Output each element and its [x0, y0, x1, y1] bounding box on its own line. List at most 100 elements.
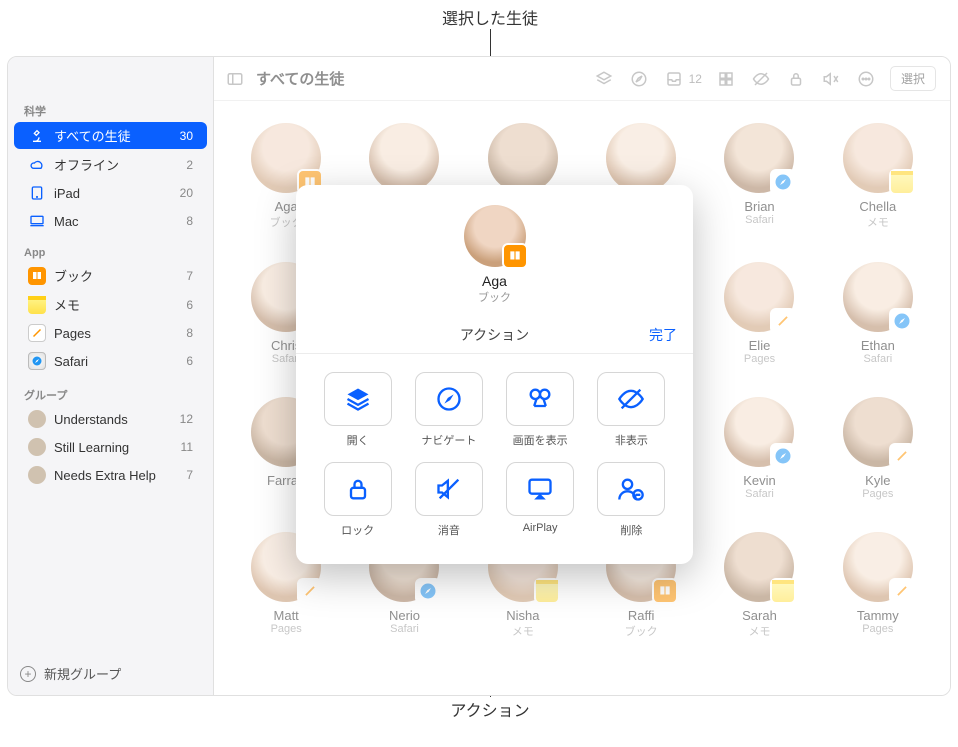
- group-avatar-icon: [28, 438, 46, 456]
- books-badge-icon: [502, 243, 528, 269]
- notes-badge-icon: [889, 169, 915, 195]
- sidebar-item-books[interactable]: ブック 7: [14, 262, 207, 289]
- student-avatar: [606, 123, 676, 193]
- sidebar-item-group-needs-help[interactable]: Needs Extra Help 7: [14, 462, 207, 488]
- callout-actions: アクション: [400, 697, 580, 721]
- toolbar-actions: 12 選択: [593, 66, 936, 91]
- notes-badge-icon: [770, 578, 796, 604]
- action-label: 削除: [620, 522, 642, 538]
- student-avatar: [843, 532, 913, 602]
- student-sub: メモ: [867, 214, 889, 230]
- mac-icon: [28, 212, 46, 230]
- sidebar-item-pages[interactable]: Pages 8: [14, 320, 207, 346]
- student-avatar: [488, 123, 558, 193]
- student-name: Tammy: [857, 608, 899, 623]
- remove-button[interactable]: [597, 462, 665, 516]
- student-name: Nerio: [389, 608, 420, 623]
- student-sub: メモ: [748, 623, 770, 639]
- inbox-icon[interactable]: [663, 68, 685, 90]
- page-title: すべての生徒: [256, 68, 344, 89]
- inbox-count: 12: [689, 72, 702, 86]
- open-button[interactable]: [324, 372, 392, 426]
- notes-app-icon: [28, 296, 46, 314]
- sidebar-item-count: 7: [186, 468, 193, 482]
- done-button[interactable]: 完了: [649, 325, 677, 345]
- screens-icon[interactable]: [715, 68, 737, 90]
- lock-button[interactable]: [324, 462, 392, 516]
- student-tile[interactable]: Sarah メモ: [707, 532, 811, 639]
- popover-title: アクション: [460, 327, 529, 343]
- group-avatar-icon: [28, 466, 46, 484]
- hide-button[interactable]: [597, 372, 665, 426]
- new-group-button[interactable]: + 新規グループ: [8, 656, 213, 695]
- student-sub: ブック: [625, 623, 658, 639]
- lock-icon[interactable]: [785, 68, 807, 90]
- action-label: 画面を表示: [513, 432, 568, 448]
- student-tile[interactable]: Brian Safari: [707, 123, 811, 230]
- sidebar-item-notes[interactable]: メモ 6: [14, 291, 207, 318]
- airplay-button[interactable]: [506, 462, 574, 516]
- sidebar-item-label: Needs Extra Help: [54, 468, 156, 483]
- action-hide: 非表示: [592, 372, 671, 448]
- sidebar-item-group-understands[interactable]: Understands 12: [14, 406, 207, 432]
- student-sub: Safari: [390, 623, 419, 635]
- group-avatar-icon: [28, 410, 46, 428]
- sidebar-item-count: 11: [181, 440, 193, 454]
- student-tile[interactable]: Chella メモ: [826, 123, 930, 230]
- plus-circle-icon: +: [20, 666, 36, 682]
- action-lock: ロック: [318, 462, 397, 538]
- sidebar-section-class: 科学: [8, 99, 213, 121]
- student-tile[interactable]: Kevin Safari: [707, 397, 811, 500]
- sidebar-item-safari[interactable]: Safari 6: [14, 348, 207, 374]
- sidebar: 科学 すべての生徒 30 オフライン 2 iPad 20 M: [8, 57, 214, 695]
- sidebar-item-group-still-learning[interactable]: Still Learning 11: [14, 434, 207, 460]
- hide-icon[interactable]: [750, 68, 772, 90]
- sidebar-section-group: グループ: [8, 383, 213, 405]
- popover-header: Aga ブック: [296, 185, 693, 317]
- safari-badge-icon: [770, 443, 796, 469]
- pages-badge-icon: [889, 578, 915, 604]
- ipad-icon: [28, 184, 46, 202]
- airplay-icon: [526, 475, 554, 503]
- student-name: Aga: [275, 199, 298, 214]
- selected-student-sub: ブック: [478, 289, 511, 305]
- sidebar-item-all-students[interactable]: すべての生徒 30: [14, 122, 207, 149]
- sidebar-toggle-icon[interactable]: [224, 68, 246, 90]
- student-avatar: [843, 123, 913, 193]
- sidebar-item-count: 30: [180, 129, 193, 143]
- screens-button[interactable]: [506, 372, 574, 426]
- select-label: 選択: [901, 72, 925, 86]
- student-tile[interactable]: Elie Pages: [707, 262, 811, 365]
- sidebar-item-count: 2: [186, 158, 193, 172]
- microscope-icon: [28, 127, 46, 145]
- action-label: 開く: [347, 432, 369, 448]
- remove-icon: [617, 475, 645, 503]
- student-tile[interactable]: Tammy Pages: [826, 532, 930, 639]
- student-name: Brian: [744, 199, 774, 214]
- books-badge-icon: [652, 578, 678, 604]
- student-tile[interactable]: Kyle Pages: [826, 397, 930, 500]
- student-tile[interactable]: Ethan Safari: [826, 262, 930, 365]
- sidebar-item-mac[interactable]: Mac 8: [14, 208, 207, 234]
- student-name: Sarah: [742, 608, 777, 623]
- navigate-icon[interactable]: [628, 68, 650, 90]
- sidebar-item-count: 6: [186, 298, 193, 312]
- safari-badge-icon: [415, 578, 441, 604]
- open-icon[interactable]: [593, 68, 615, 90]
- action-mute: 消音: [409, 462, 488, 538]
- select-button[interactable]: 選択: [890, 66, 936, 91]
- navigate-button[interactable]: [415, 372, 483, 426]
- student-avatar: [251, 123, 321, 193]
- sidebar-item-ipad[interactable]: iPad 20: [14, 180, 207, 206]
- selected-student-avatar: [464, 205, 526, 267]
- sidebar-item-offline[interactable]: オフライン 2: [14, 151, 207, 178]
- more-icon[interactable]: [855, 68, 877, 90]
- mute-button[interactable]: [415, 462, 483, 516]
- student-avatar: [724, 123, 794, 193]
- student-sub: Pages: [744, 353, 775, 365]
- action-navigate: ナビゲート: [409, 372, 488, 448]
- action-label: ロック: [341, 522, 374, 538]
- student-avatar: [843, 397, 913, 467]
- mute-icon[interactable]: [820, 68, 842, 90]
- action-label: AirPlay: [523, 522, 558, 534]
